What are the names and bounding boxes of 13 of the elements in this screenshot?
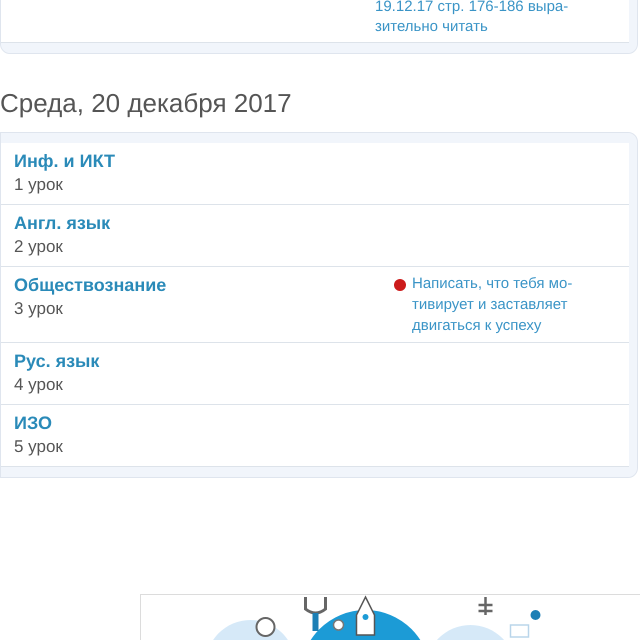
lesson-number: 5 урок xyxy=(14,436,64,458)
subject-link[interactable]: Инф. и ИКТ xyxy=(14,149,629,173)
day-heading: Среда, 20 декабря 2017 xyxy=(0,87,293,119)
lesson-number: 2 урок xyxy=(14,236,64,258)
lesson-number: 3 урок xyxy=(14,298,64,320)
subject-link[interactable]: Англ. язык xyxy=(14,211,629,235)
lesson-number: 1 урок xyxy=(14,174,64,196)
homework-link[interactable]: Написать, что тебя мо- тивирует и заставляет двигаться к успеху xyxy=(412,273,572,336)
subject-link[interactable]: Рус. язык xyxy=(14,349,629,373)
homework-text: 19.12.17 стр. 176-186 выра- зительно читать xyxy=(375,0,570,37)
subject-link[interactable]: ИЗО xyxy=(14,411,629,435)
lesson-number: 4 урок xyxy=(14,374,64,396)
subject-link[interactable]: Обществознание xyxy=(14,273,389,297)
